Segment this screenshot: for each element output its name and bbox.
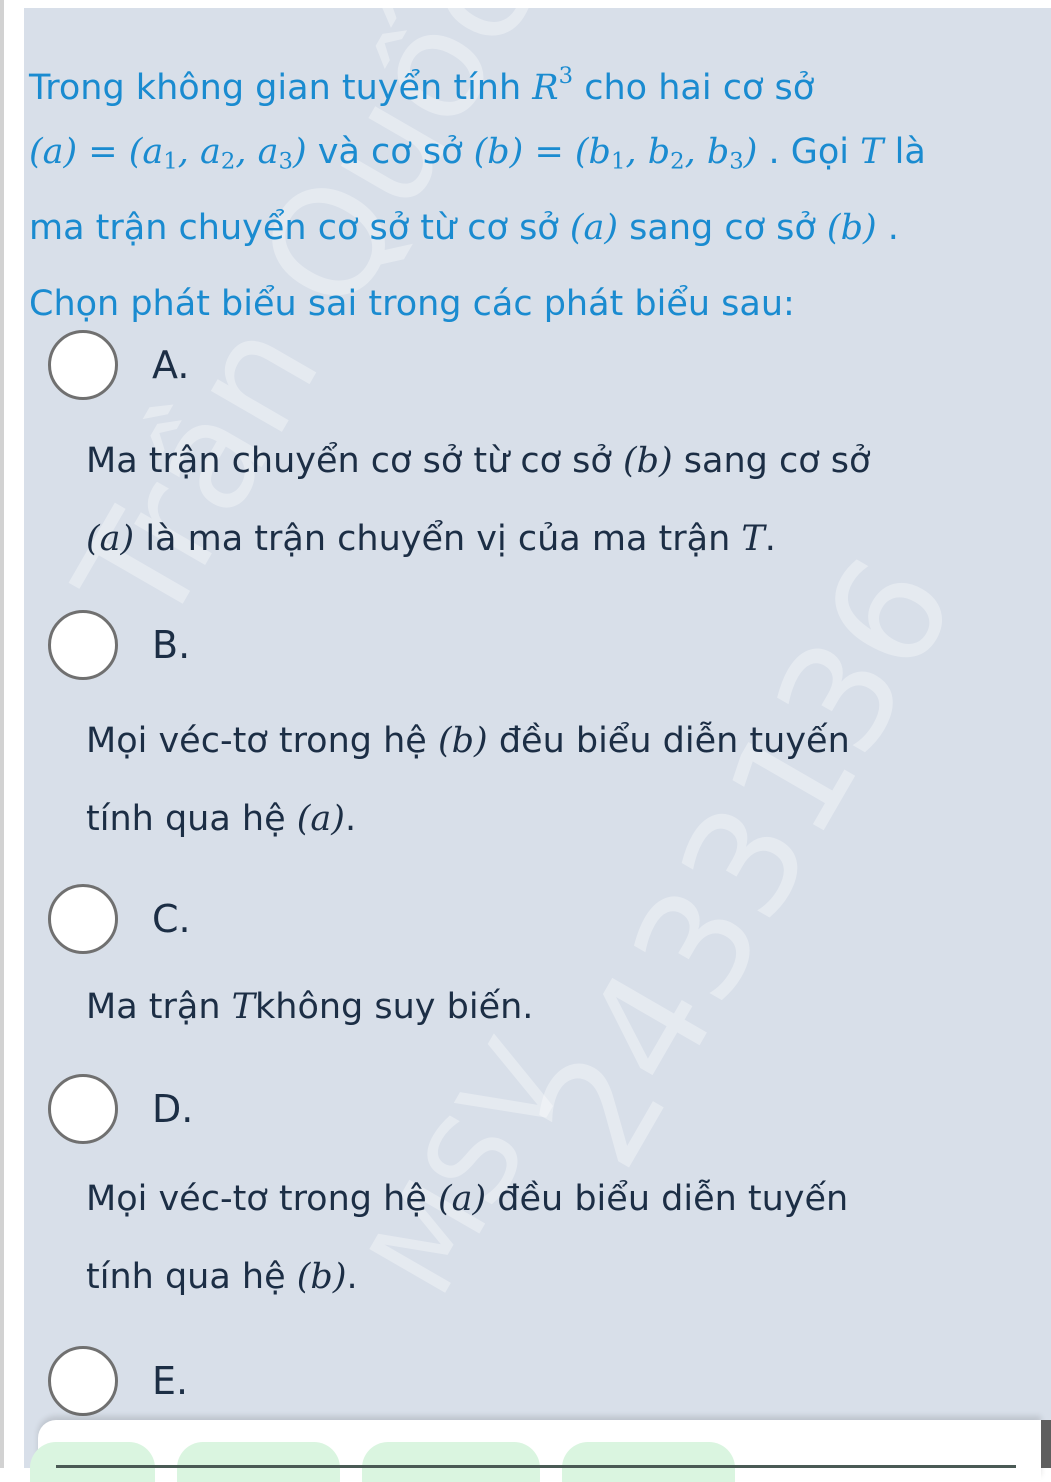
radio-option-c[interactable] [48, 884, 118, 954]
option-d-text: Mọi véc-tơ trong hệ (a) đều biểu diễn tu… [86, 1179, 849, 1297]
question-card: Trần Quốc 2433136 MSV Trong không gian t… [24, 8, 1051, 1468]
bottom-tab-2[interactable] [177, 1442, 340, 1482]
option-e-letter: E. [152, 1359, 189, 1403]
option-b-letter: B. [152, 623, 191, 667]
bottom-toolbar-panel [30, 1420, 1041, 1482]
option-d-letter: D. [152, 1087, 194, 1131]
option-b-text: Mọi véc-tơ trong hệ (b) đều biểu diễn tu… [86, 721, 850, 839]
question-text: Trong không gian tuyển tính R3 cho hai c… [29, 38, 1051, 342]
radio-option-e[interactable] [48, 1346, 118, 1416]
option-c-letter: C. [152, 897, 191, 941]
left-edge-strip [0, 0, 4, 1468]
bottom-tab-3[interactable] [362, 1442, 540, 1482]
question-line-1: Trong không gian tuyển tính R3 cho hai c… [29, 63, 815, 108]
bottom-tab-1[interactable] [30, 1442, 155, 1482]
bottom-tab-4[interactable] [562, 1442, 735, 1482]
radio-option-a[interactable] [48, 330, 118, 400]
scrollbar-edge[interactable] [1041, 1420, 1051, 1468]
option-a-letter: A. [152, 343, 190, 387]
option-a-text: Ma trận chuyển cơ sở từ cơ sở (b) sang c… [86, 441, 871, 559]
option-c-text: Ma trận Tkhông suy biến. [86, 987, 534, 1027]
radio-option-d[interactable] [48, 1074, 118, 1144]
question-line-4: Chọn phát biểu sai trong các phát biểu s… [29, 284, 795, 324]
watermark-text: 2433136 [504, 529, 989, 1195]
question-line-3: ma trận chuyển cơ sở từ cơ sở (a) sang c… [29, 208, 899, 248]
question-line-2: (a) = (a1, a2, a3) và cơ sở (b) = (b1, b… [29, 132, 926, 175]
radio-option-b[interactable] [48, 610, 118, 680]
